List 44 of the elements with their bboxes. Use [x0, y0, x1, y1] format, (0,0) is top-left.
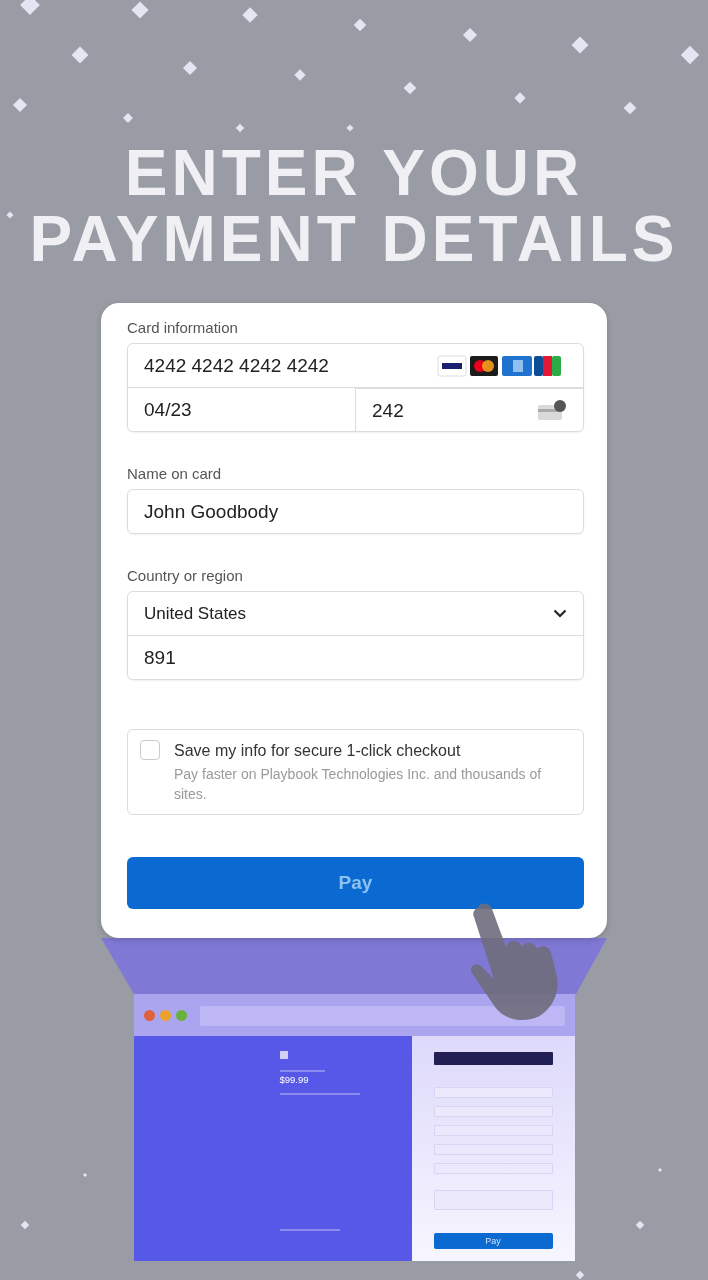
card-brand-icon: [470, 355, 498, 376]
headline: PAYMENT DETAILS: [29, 206, 679, 272]
price: $99.99: [279, 1074, 309, 1085]
checkbox[interactable]: [140, 740, 160, 760]
confetti-piece: [353, 18, 367, 32]
confetti-piece: [20, 1220, 30, 1230]
mini-pay-button[interactable]: Pay: [433, 1233, 553, 1249]
postal-code-field[interactable]: 891: [128, 635, 583, 679]
checkbox-label: Save my info for secure 1-click checkout: [174, 741, 462, 761]
cvc-field[interactable]: 242: [356, 388, 583, 432]
minimize-dot[interactable]: [159, 1009, 171, 1021]
confetti-piece: [575, 1270, 585, 1280]
confetti-piece: [346, 124, 354, 132]
confetti-piece: [635, 1220, 645, 1230]
chevron-down-icon: [553, 609, 567, 618]
field-label: Country or region: [127, 566, 244, 586]
address-bar[interactable]: [199, 1006, 565, 1026]
close-dot[interactable]: [143, 1009, 155, 1021]
card-number-field[interactable]: 4242 4242 4242 4242: [128, 344, 583, 387]
confetti-piece: [6, 211, 14, 219]
card-brand-icon: [502, 355, 532, 376]
confetti-piece: [123, 113, 133, 123]
confetti-piece: [242, 7, 258, 23]
expiry-field[interactable]: 04/23: [128, 388, 356, 431]
field-label: Name on card: [127, 464, 223, 484]
checkbox-description: Pay faster on Playbook Technologies Inc. and thousands of sites.: [174, 765, 543, 804]
confetti-piece: [20, 0, 40, 15]
card-brand-icon: [437, 355, 467, 376]
headline: ENTER YOUR: [124, 140, 584, 206]
maximize-dot[interactable]: [175, 1009, 187, 1021]
name-field[interactable]: John Goodbody: [128, 490, 583, 533]
field-label: Card information: [127, 318, 239, 338]
confetti-piece: [623, 101, 637, 115]
confetti-piece: [82, 1172, 88, 1178]
confetti-piece: [657, 1167, 663, 1173]
country-select[interactable]: United States: [128, 592, 583, 635]
confetti-piece: [514, 92, 526, 104]
confetti-piece: [235, 123, 245, 133]
card-cvc-icon: [537, 399, 567, 422]
card-brand-icon: [534, 355, 561, 376]
wallet-pay-button[interactable]: [433, 1052, 553, 1065]
logo-icon: [279, 1051, 288, 1059]
confetti-piece: [294, 69, 306, 81]
confetti-piece: [403, 81, 417, 95]
